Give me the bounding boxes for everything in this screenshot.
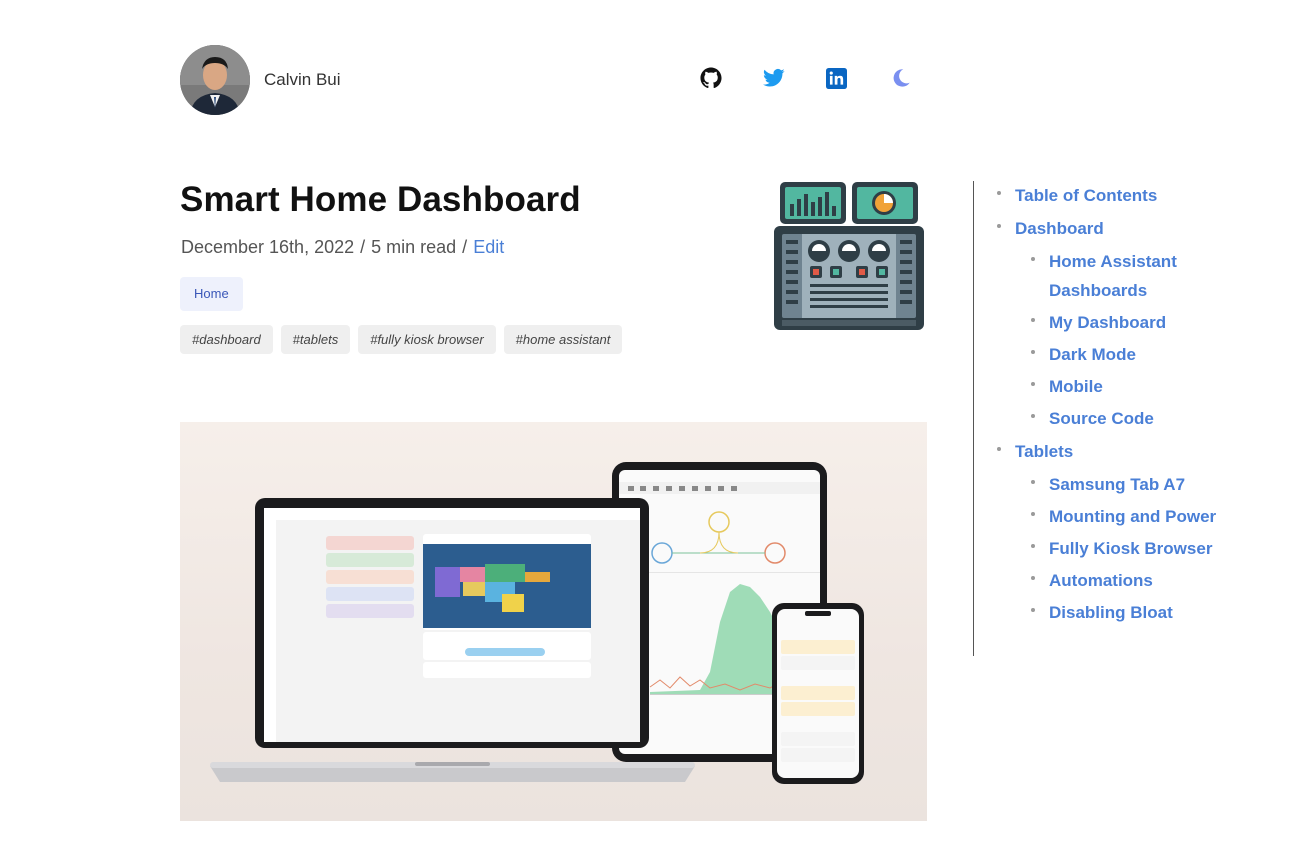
- toc-item: Mounting and Power: [974, 502, 1216, 531]
- toc-bullet: [997, 447, 1001, 451]
- toc-link-dashboard[interactable]: Dashboard: [1015, 214, 1216, 243]
- tag-list: #dashboard #tablets #fully kiosk browser…: [180, 325, 623, 354]
- read-time: 5 min read: [371, 237, 457, 257]
- github-icon[interactable]: [699, 66, 723, 90]
- author-avatar[interactable]: [180, 45, 250, 115]
- toc-item: Source Code: [974, 404, 1216, 433]
- linkedin-icon[interactable]: [824, 66, 848, 90]
- toc-bullet: [1031, 414, 1035, 418]
- tag-item[interactable]: #fully kiosk browser: [358, 325, 496, 354]
- toc-item: Automations: [974, 566, 1216, 595]
- dashboard-illustration-icon: [772, 180, 926, 332]
- toc-bullet: [1031, 576, 1035, 580]
- toc-item: Home Assistant Dashboards: [974, 247, 1216, 305]
- toc-bullet: [1031, 382, 1035, 386]
- meta-separator: /: [462, 237, 468, 257]
- toc-bullet: [997, 224, 1001, 228]
- edit-link[interactable]: Edit: [473, 237, 504, 257]
- toc-link-table-of-contents[interactable]: Table of Contents: [1015, 181, 1216, 210]
- twitter-icon[interactable]: [762, 66, 786, 90]
- toc-bullet: [1031, 512, 1035, 516]
- toc-link-my-dashboard[interactable]: My Dashboard: [1049, 308, 1216, 337]
- meta-separator: /: [360, 237, 366, 257]
- toc-item: Tablets: [974, 437, 1216, 466]
- toc-link-mounting-and-power[interactable]: Mounting and Power: [1049, 502, 1216, 531]
- toc-item: Dark Mode: [974, 340, 1216, 369]
- toc-link-mobile[interactable]: Mobile: [1049, 372, 1216, 401]
- toc-link-dark-mode[interactable]: Dark Mode: [1049, 340, 1216, 369]
- toc-item: Table of Contents: [974, 181, 1216, 210]
- laptop-mockup: [210, 498, 695, 782]
- toc-item: Mobile: [974, 372, 1216, 401]
- author-name[interactable]: Calvin Bui: [264, 70, 341, 90]
- toc-link-disabling-bloat[interactable]: Disabling Bloat: [1049, 598, 1216, 627]
- post-date: December 16th, 2022: [181, 237, 355, 257]
- toc-link-fully-kiosk-browser[interactable]: Fully Kiosk Browser: [1049, 534, 1216, 563]
- table-of-contents: Table of Contents Dashboard Home Assista…: [973, 181, 1216, 656]
- toc-bullet: [1031, 544, 1035, 548]
- toc-bullet: [1031, 318, 1035, 322]
- toc-item: Fully Kiosk Browser: [974, 534, 1216, 563]
- toc-item: Disabling Bloat: [974, 598, 1216, 627]
- category-badge[interactable]: Home: [180, 277, 243, 311]
- toc-link-automations[interactable]: Automations: [1049, 566, 1216, 595]
- toc-bullet: [1031, 257, 1035, 261]
- tag-item[interactable]: #dashboard: [180, 325, 273, 354]
- hero-image: [180, 422, 927, 821]
- tag-item[interactable]: #tablets: [280, 325, 351, 354]
- phone-mockup: [772, 603, 864, 784]
- toc-link-samsung-tab-a7[interactable]: Samsung Tab A7: [1049, 470, 1216, 499]
- toc-item: My Dashboard: [974, 308, 1216, 337]
- toc-bullet: [997, 191, 1001, 195]
- post-meta: December 16th, 2022/5 min read / Edit: [181, 237, 504, 258]
- toc-bullet: [1031, 608, 1035, 612]
- toc-link-home-assistant-dashboards[interactable]: Home Assistant Dashboards: [1049, 247, 1199, 305]
- toc-item: Dashboard: [974, 214, 1216, 243]
- toc-bullet: [1031, 350, 1035, 354]
- moon-icon[interactable]: [889, 66, 913, 90]
- post-title: Smart Home Dashboard: [180, 180, 581, 219]
- toc-link-source-code[interactable]: Source Code: [1049, 404, 1216, 433]
- tag-item[interactable]: #home assistant: [503, 325, 623, 354]
- toc-bullet: [1031, 480, 1035, 484]
- toc-link-tablets[interactable]: Tablets: [1015, 437, 1216, 466]
- toc-item: Samsung Tab A7: [974, 470, 1216, 499]
